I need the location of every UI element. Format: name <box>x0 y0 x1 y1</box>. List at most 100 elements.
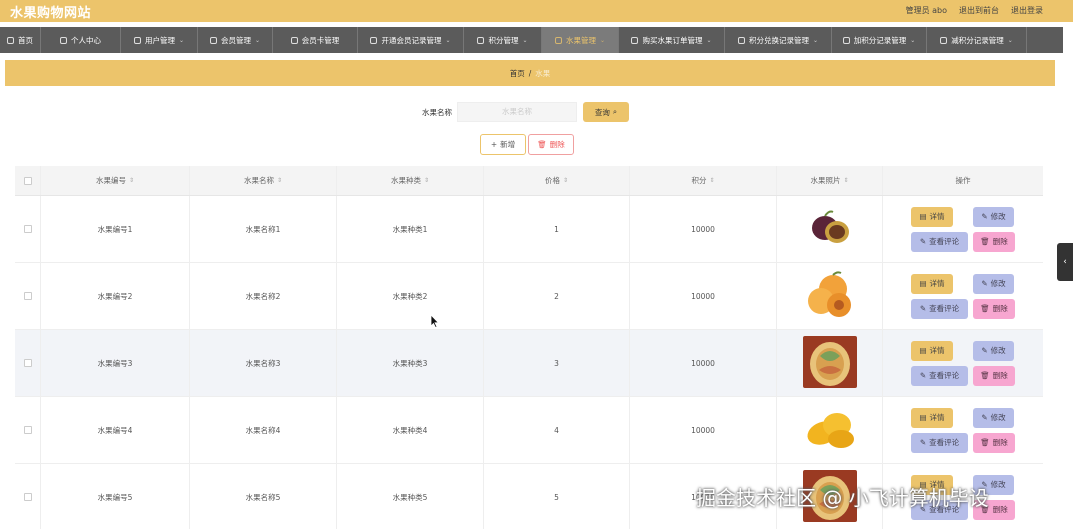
search-button[interactable]: 查询 ⌕ <box>583 102 629 122</box>
bulk-delete-button[interactable]: 🗑 删除 <box>528 134 574 155</box>
top-links: 管理员 abo 退出到前台 退出登录 <box>906 5 1043 16</box>
delete-button[interactable]: 🗑 删除 <box>973 231 1015 252</box>
row-checkbox[interactable] <box>23 225 32 233</box>
chevron-down-icon: ⌄ <box>445 36 451 44</box>
edit-button[interactable]: ✎ 修改 <box>973 273 1014 294</box>
chevron-left-icon: ‹ <box>1063 257 1067 267</box>
pencil-icon: ✎ <box>981 279 988 288</box>
delete-button[interactable]: 🗑 删除 <box>973 432 1015 453</box>
trash-icon: 🗑 <box>980 304 990 313</box>
price-cell: 5 <box>484 464 630 529</box>
nav-item-deduct-points[interactable]: 减积分记录管理 ⌄ <box>927 27 1027 53</box>
watermark: 掘金技术社区 @ 小飞计算机毕设 <box>696 486 989 510</box>
view-reviews-button[interactable]: ✎ 查看评论 <box>911 231 968 252</box>
doc-icon: ▤ <box>919 279 927 288</box>
fruit-photo <box>802 403 857 457</box>
nav-item-profile[interactable]: 个人中心 <box>41 27 121 53</box>
column-header[interactable]: 水果名称 ⇕ <box>190 166 337 195</box>
nav-item-fruit-orders[interactable]: 购买水果订单管理 ⌄ <box>619 27 725 53</box>
delete-button[interactable]: 🗑 删除 <box>973 298 1015 319</box>
nav-item-membership-records[interactable]: 开通会员记录管理 ⌄ <box>358 27 464 53</box>
nav-item-add-points[interactable]: 加积分记录管理 ⌄ <box>832 27 927 53</box>
chevron-down-icon: ⌄ <box>254 36 261 44</box>
detail-button[interactable]: ▤ 详情 <box>911 206 953 227</box>
price-cell: 4 <box>484 397 630 463</box>
view-reviews-button[interactable]: ✎ 查看评论 <box>911 432 968 453</box>
row-select-cell <box>15 330 41 396</box>
sort-icon: ⇕ <box>843 177 849 184</box>
pencil-icon: ✎ <box>981 346 988 355</box>
chevron-down-icon: ⌄ <box>178 36 185 44</box>
detail-button[interactable]: ▤ 详情 <box>911 340 953 361</box>
pencil-icon: ✎ <box>981 413 988 422</box>
table-row: 水果编号2 水果名称2 水果种类2 2 10000 ▤ 详情 ✎ 修改 ✎ 查看评论 … <box>15 263 1043 330</box>
nav-item-points[interactable]: 积分管理 ⌄ <box>464 27 542 53</box>
nav-item-points-exchange[interactable]: 积分兑换记录管理 ⌄ <box>725 27 832 53</box>
edit-button[interactable]: ✎ 修改 <box>973 206 1014 227</box>
to-front-link[interactable]: 退出到前台 <box>959 5 999 16</box>
admin-label: 管理员 abo <box>905 6 947 15</box>
sort-icon: ⇕ <box>128 177 135 184</box>
fruit-photo-cell <box>777 263 883 329</box>
nav-item-member-cards[interactable]: 会员卡管理 <box>273 27 358 53</box>
column-header[interactable]: 价格 ⇕ <box>484 166 630 195</box>
column-header[interactable]: 积分 ⇕ <box>630 166 777 195</box>
table-row: 水果编号1 水果名称1 水果种类1 1 10000 ▤ 详情 ✎ 修改 ✎ 查看评论 … <box>15 196 1043 263</box>
fruit-kind-cell: 水果种类1 <box>337 196 484 262</box>
pencil-icon: ✎ <box>981 212 988 221</box>
sort-icon: ⇕ <box>423 177 430 184</box>
row-checkbox[interactable] <box>23 292 32 300</box>
row-checkbox[interactable] <box>23 493 32 501</box>
row-checkbox[interactable] <box>23 426 32 434</box>
delete-button[interactable]: 🗑 删除 <box>973 365 1015 386</box>
edit-button[interactable]: ✎ 修改 <box>973 340 1014 361</box>
site-title: 水果购物网站 <box>10 6 92 21</box>
plus-icon: + <box>490 140 498 149</box>
price-cell: 2 <box>484 263 630 329</box>
add-button[interactable]: + 新增 <box>480 134 526 155</box>
bank-icon <box>631 36 639 44</box>
fruit-code-cell: 水果编号1 <box>41 196 190 262</box>
column-header[interactable]: 水果照片 ⇕ <box>777 166 883 195</box>
detail-button[interactable]: ▤ 详情 <box>911 273 953 294</box>
clock-icon <box>209 36 217 44</box>
select-all-checkbox[interactable] <box>23 176 32 185</box>
nav-item-fruits[interactable]: 水果管理 ⌄ <box>542 27 619 53</box>
user-icon <box>133 36 141 44</box>
search-input[interactable]: 水果名称 <box>457 102 577 122</box>
view-reviews-button[interactable]: ✎ 查看评论 <box>911 365 968 386</box>
fruit-code-cell: 水果编号5 <box>41 464 190 529</box>
breadcrumb: 首页 / 水果 <box>5 60 1055 86</box>
points-cell: 10000 <box>630 196 777 262</box>
nav-item-members[interactable]: 会员管理 ⌄ <box>198 27 273 53</box>
nav-item-users[interactable]: 用户管理 ⌄ <box>121 27 198 53</box>
breadcrumb-current: 水果 <box>535 68 551 78</box>
operations-cell: ▤ 详情 ✎ 修改 ✎ 查看评论 🗑 删除 <box>883 196 1043 262</box>
points-cell: 10000 <box>630 263 777 329</box>
pencil-icon: ✎ <box>919 304 927 313</box>
row-checkbox[interactable] <box>23 359 32 367</box>
trash-icon: 🗑 <box>980 438 990 447</box>
view-reviews-button[interactable]: ✎ 查看评论 <box>911 298 968 319</box>
fruit-kind-cell: 水果种类2 <box>337 263 484 329</box>
detail-button[interactable]: ▤ 详情 <box>911 407 953 428</box>
chevron-down-icon: ⌄ <box>812 36 819 44</box>
operations-cell: ▤ 详情 ✎ 修改 ✎ 查看评论 🗑 删除 <box>883 397 1043 463</box>
edit-button[interactable]: ✎ 修改 <box>973 407 1014 428</box>
price-cell: 3 <box>484 330 630 396</box>
doc-icon: ▤ <box>919 413 927 422</box>
home-icon <box>7 36 14 44</box>
side-collapse-tab[interactable]: ‹ <box>1057 243 1073 281</box>
nav-item-home[interactable]: 首页 <box>0 27 41 53</box>
doc-icon <box>842 36 850 44</box>
fruit-name-cell: 水果名称1 <box>190 196 337 262</box>
breadcrumb-home[interactable]: 首页 <box>510 68 525 79</box>
column-header[interactable]: 水果编号 ⇕ <box>41 166 190 195</box>
logout-link[interactable]: 退出登录 <box>1011 5 1043 16</box>
table-row: 水果编号3 水果名称3 水果种类3 3 10000 ▤ 详情 ✎ 修改 ✎ 查看评论 … <box>15 330 1043 397</box>
row-select-cell <box>15 263 41 329</box>
fruit-kind-cell: 水果种类5 <box>337 464 484 529</box>
pencil-icon: ✎ <box>919 237 927 246</box>
column-header[interactable]: 水果种类 ⇕ <box>337 166 484 195</box>
fruit-photo <box>802 336 857 390</box>
